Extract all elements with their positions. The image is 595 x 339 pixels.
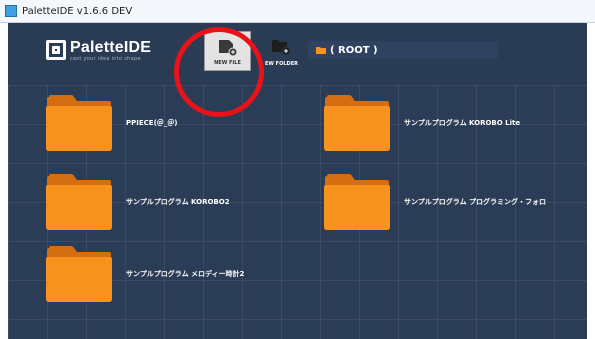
window-title: PaletteIDE v1.6.6 DEV [22,5,133,17]
file-grid: PPIECE(＠_＠) サンプルプログラム KOROBO Lite サンプルプロ… [8,85,587,339]
folder-item[interactable]: サンプルプログラム メロディー時計2 [43,244,244,304]
folder-icon [46,174,112,230]
app-frame: PaletteIDE cast your idea into shape NEW… [8,23,587,339]
logo-mark-icon [46,40,66,60]
new-folder-button[interactable]: EW FOLDER [258,31,305,71]
path-text: ( ROOT ) [330,44,378,56]
header: PaletteIDE cast your idea into shape NEW… [8,23,587,85]
folder-name: PPIECE(＠_＠) [126,119,178,127]
highlight-circle [174,27,264,117]
folder-icon [324,174,390,230]
new-folder-label: EW FOLDER [265,61,298,67]
folder-icon [46,246,112,302]
new-folder-icon [272,40,291,56]
folder-name: サンプルプログラム プログラミング・フォロ [404,198,547,206]
path-bar[interactable]: ( ROOT ) [308,41,498,59]
folder-item[interactable]: サンプルプログラム KOROBO Lite [321,93,520,153]
folder-item[interactable]: サンプルプログラム KOROBO2 [43,172,230,232]
folder-icon [324,95,390,151]
folder-name: サンプルプログラム KOROBO Lite [404,119,521,127]
logo-name: PaletteIDE [70,39,152,56]
folder-item[interactable]: PPIECE(＠_＠) [43,93,177,153]
logo-tagline: cast your idea into shape [70,56,141,62]
folder-name: サンプルプログラム メロディー時計2 [126,270,245,278]
folder-icon [46,95,112,151]
folder-item[interactable]: サンプルプログラム プログラミング・フォロ [321,172,546,232]
title-bar: PaletteIDE v1.6.6 DEV [0,0,595,23]
logo: PaletteIDE cast your idea into shape [46,40,151,62]
app-icon [5,5,17,17]
folder-name: サンプルプログラム KOROBO2 [126,198,230,206]
path-folder-icon [316,47,326,54]
